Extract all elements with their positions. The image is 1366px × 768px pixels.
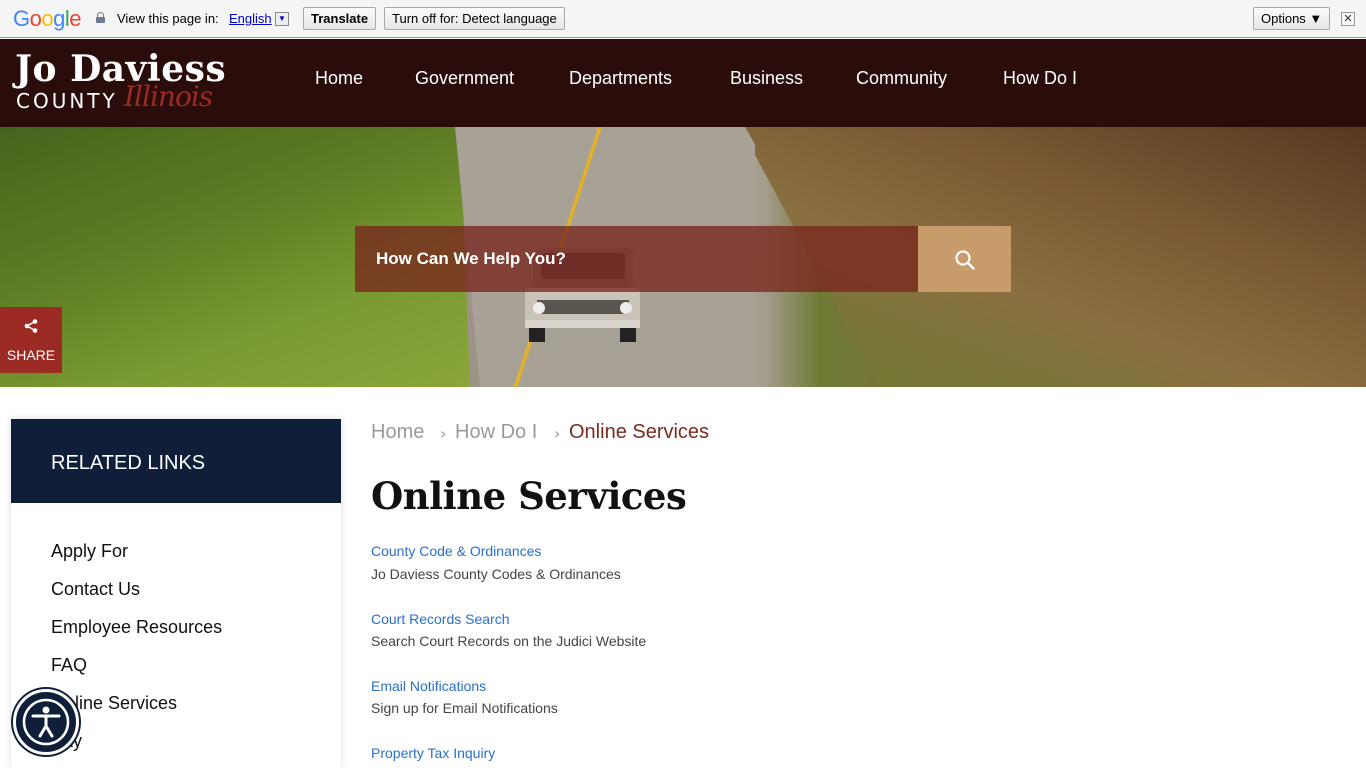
search-input[interactable] — [355, 226, 918, 292]
service-link-property-tax[interactable]: Property Tax Inquiry — [371, 745, 495, 761]
sidebar-link-apply-for[interactable]: Apply For — [51, 541, 128, 562]
nav-home[interactable]: Home — [315, 68, 363, 89]
google-logo: Google — [13, 6, 82, 31]
service-link-email-notifications[interactable]: Email Notifications — [371, 678, 486, 694]
related-links-header: RELATED LINKS — [11, 419, 341, 503]
page-title: Online Services — [371, 474, 687, 518]
sidebar-link-contact-us[interactable]: Contact Us — [51, 579, 140, 600]
related-links-title: RELATED LINKS — [51, 452, 206, 474]
close-icon[interactable]: ✕ — [1341, 12, 1355, 26]
view-page-label: View this page in: — [117, 11, 219, 26]
logo-script: Illinois — [124, 80, 213, 113]
logo-county: COUNTY — [16, 89, 118, 113]
nav-community[interactable]: Community — [856, 68, 947, 89]
service-desc-county-code: Jo Daviess County Codes & Ordinances — [371, 566, 621, 582]
service-desc-email-notifications: Sign up for Email Notifications — [371, 700, 558, 716]
share-label: SHARE — [6, 347, 56, 363]
share-icon — [24, 319, 38, 333]
translate-button[interactable]: Translate — [303, 7, 377, 30]
accessibility-button[interactable] — [13, 689, 79, 755]
breadcrumb-chevron-icon: › — [440, 424, 447, 443]
lock-icon — [96, 12, 105, 23]
nav-how-do-i[interactable]: How Do I — [1003, 68, 1077, 89]
search-button[interactable] — [918, 226, 1011, 292]
share-button[interactable]: SHARE — [0, 307, 62, 373]
language-dropdown-icon[interactable]: ▼ — [275, 12, 289, 26]
site-search — [355, 226, 1011, 292]
service-desc-court-records: Search Court Records on the Judici Websi… — [371, 633, 647, 649]
breadcrumb-current: Online Services — [569, 421, 710, 443]
breadcrumb-how-do-i[interactable]: How Do I — [455, 421, 537, 444]
sidebar-link-faq[interactable]: FAQ — [51, 655, 87, 676]
options-button[interactable]: Options ▼ — [1253, 7, 1331, 30]
nav-government[interactable]: Government — [415, 68, 514, 89]
magnifier-icon — [955, 250, 975, 270]
breadcrumb-home[interactable]: Home — [371, 421, 424, 444]
translate-bar: Google View this page in: English ▼ Tran… — [0, 0, 1366, 38]
accessibility-icon — [22, 698, 70, 746]
service-link-county-code[interactable]: County Code & Ordinances — [371, 543, 541, 559]
sidebar-link-employee-resources[interactable]: Employee Resources — [51, 617, 222, 638]
nav-business[interactable]: Business — [730, 68, 803, 89]
turn-off-button[interactable]: Turn off for: Detect language — [384, 7, 565, 30]
language-link[interactable]: English — [229, 11, 272, 26]
nav-departments[interactable]: Departments — [569, 68, 672, 89]
service-link-court-records[interactable]: Court Records Search — [371, 611, 510, 627]
breadcrumb-chevron-icon: › — [554, 424, 561, 443]
